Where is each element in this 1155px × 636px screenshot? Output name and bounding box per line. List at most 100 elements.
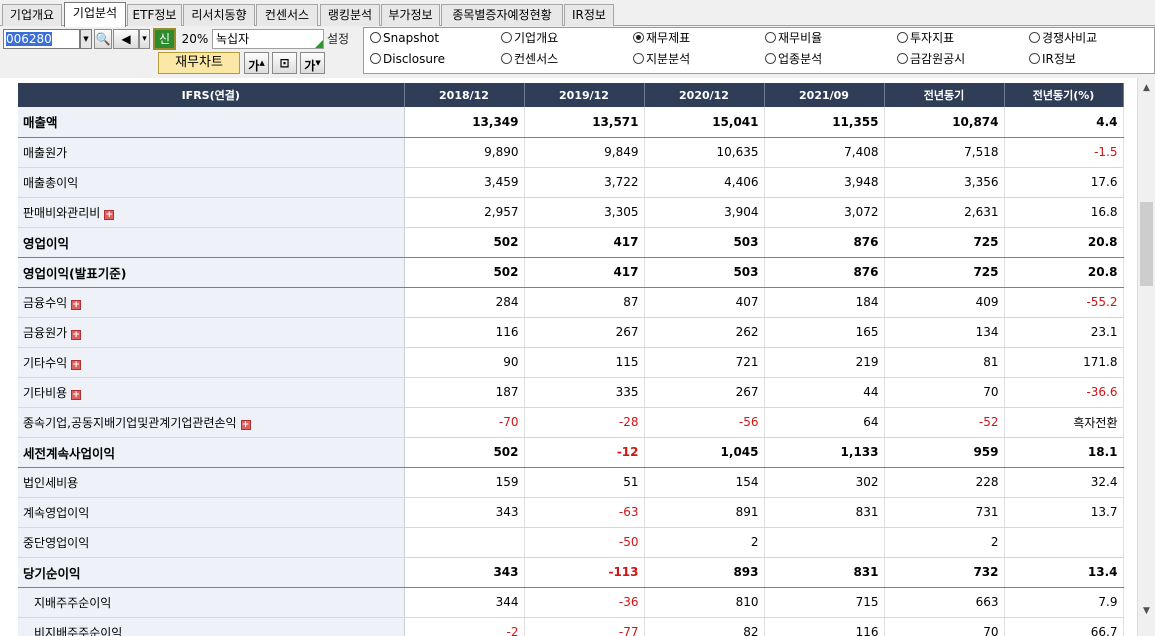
value-cell: 13.7 [1004,497,1124,528]
expand-plus-icon[interactable]: + [71,329,82,340]
radio-row2-2[interactable]: 컨센서스 [501,50,558,68]
search-icon[interactable]: 🔍 [94,29,112,49]
expand-plus-icon[interactable]: + [240,419,251,430]
radio-row1-1[interactable]: Snapshot [370,29,439,47]
value-cell: -63 [524,497,645,528]
row-label: 세전계속사업이익 [23,445,116,461]
expand-plus-icon[interactable]: + [104,209,115,220]
radio-row1-2[interactable]: 기업개요 [501,29,558,47]
tab-7[interactable]: 부가정보 [381,4,440,26]
radio-row1-3[interactable]: 재무제표 [633,29,690,47]
tab-9[interactable]: IR정보 [564,4,614,26]
radio-row2-5[interactable]: 금감원공시 [897,50,965,68]
value-cell: 343 [404,497,525,528]
radio-label: 기업개요 [514,31,559,45]
radio-dot-icon [501,53,512,64]
tab-3[interactable]: ETF정보 [127,4,182,26]
stock-code-dropdown-icon[interactable]: ▼ [80,29,92,49]
value-cell: 87 [524,287,645,318]
value-cell: -50 [524,527,645,558]
table-row: 판매비와관리비 +2,957 3,305 3,904 3,072 2,631 16.8 [18,197,1124,228]
value-cell: 81 [884,347,1005,378]
value-cell: 134 [884,317,1005,348]
fit-width-button[interactable]: ⊡ [272,52,297,74]
expand-plus-icon[interactable]: + [71,359,82,370]
value-cell: 3,305 [524,197,645,228]
tab-4[interactable]: 리서치동향 [183,4,255,26]
radio-row2-6[interactable]: IR정보 [1029,50,1076,68]
value-cell: 2,631 [884,197,1005,228]
new-window-button[interactable]: 신 [153,28,176,50]
value-cell: 90 [404,347,525,378]
tab-6[interactable]: 랭킹분석 [320,4,380,26]
table-row: 영업이익 502 417 503 876 725 20.8 [18,227,1124,258]
tab-1[interactable]: 기업개요 [2,4,62,26]
tab-8[interactable]: 종목별증자예정현황 [441,4,563,26]
row-label-cell: 법인세비용 [18,467,405,498]
scroll-down-icon[interactable]: ▼ [1138,603,1155,620]
value-cell: 10,635 [644,137,765,168]
value-cell: 417 [524,257,645,288]
radio-label: 컨센서스 [514,52,559,66]
value-cell: 187 [404,377,525,408]
value-cell: 64 [764,407,885,438]
row-label: 기타비용 [23,385,68,400]
radio-label: 업종분석 [778,52,823,66]
font-decrease-button[interactable]: 가▼ [300,52,325,74]
table-row: 금융수익 +284 87 407 184 409 -55.2 [18,287,1124,318]
radio-row1-4[interactable]: 재무비율 [765,29,822,47]
value-cell [404,527,525,558]
table-header-row: IFRS(연결) 2018/12 2019/12 2020/12 2021/09 전년동기… [18,83,1124,107]
value-cell: 959 [884,437,1005,468]
value-cell: 115 [524,347,645,378]
table-row: 세전계속사업이익 502 -12 1,045 1,133 959 18.1 [18,437,1124,468]
value-cell: 9,849 [524,137,645,168]
row-label: 법인세비용 [23,475,79,490]
value-cell: 335 [524,377,645,408]
radio-row1-5[interactable]: 투자지표 [897,29,954,47]
financial-chart-button[interactable]: 재무차트 [158,52,240,74]
value-cell: 1,133 [764,437,885,468]
value-cell: 116 [404,317,525,348]
font-decrease-label: 가 [304,59,316,73]
column-header: 2021/09 [764,83,885,107]
value-cell: -36.6 [1004,377,1124,408]
value-cell: 70 [884,617,1005,636]
value-cell [1004,527,1124,558]
settings-link[interactable]: 설정 [327,29,349,49]
radio-row2-1[interactable]: Disclosure [370,50,445,68]
row-label: 비지배주주순이익 [34,625,123,636]
main-tab-bar: 기업개요 기업분석 ETF정보 리서치동향 컨센서스 랭킹분석 부가정보 종목별증자예정현황 I… [0,0,1155,27]
radio-row1-6[interactable]: 경쟁사비교 [1029,29,1097,47]
value-cell: 262 [644,317,765,348]
radio-dot-icon [501,32,512,43]
row-label-cell: 중단영업이익 [18,527,405,558]
radio-row2-3[interactable]: 지분분석 [633,50,690,68]
value-cell: 82 [644,617,765,636]
table-row: 기타수익 +90 115 721 219 81 171.8 [18,347,1124,378]
radio-row2-4[interactable]: 업종분석 [765,50,822,68]
company-name-field[interactable]: 녹십자 [212,29,324,49]
tab-5[interactable]: 컨센서스 [256,4,318,26]
tab-2[interactable]: 기업분석 [64,2,126,27]
table-row: 비지배주주순이익 -2 -77 82 116 70 66.7 [18,617,1124,636]
row-label: 당기순이익 [23,565,81,581]
expand-plus-icon[interactable]: + [71,389,82,400]
speaker-dropdown-icon[interactable]: ▾ [139,29,150,49]
scroll-up-icon[interactable]: ▲ [1138,80,1155,97]
vertical-scrollbar[interactable]: ▲ ▼ [1137,78,1155,636]
value-cell: -55.2 [1004,287,1124,318]
font-increase-button[interactable]: 가▲ [244,52,269,74]
radio-label: 재무제표 [646,31,691,45]
row-label: 지배주주순이익 [34,595,112,610]
speaker-icon[interactable]: ◀ [113,29,139,49]
table-row: 매출액 13,349 13,571 15,041 11,355 10,874 4.4 [18,107,1124,138]
corner-indicator-icon [315,40,323,48]
expand-plus-icon[interactable]: + [71,299,82,310]
stock-code-input[interactable]: 006280 [3,29,80,49]
value-cell: 3,459 [404,167,525,198]
table-row: 계속영업이익 343 -63 891 831 731 13.7 [18,497,1124,528]
table-row: 매출총이익 3,459 3,722 4,406 3,948 3,356 17.6 [18,167,1124,198]
value-cell: 731 [884,497,1005,528]
scrollbar-thumb[interactable] [1140,202,1153,286]
